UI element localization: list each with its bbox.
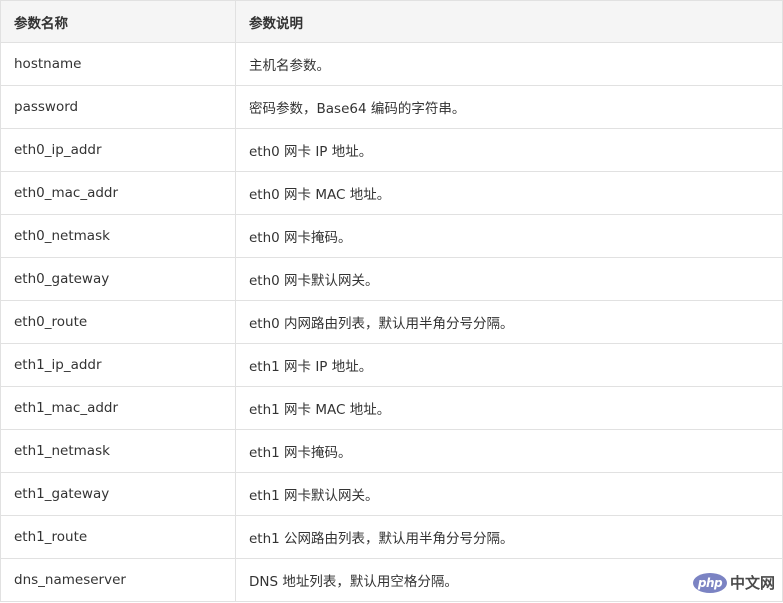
param-name-cell: eth0_netmask xyxy=(0,214,236,258)
param-name-cell: eth1_ip_addr xyxy=(0,343,236,387)
table-row: eth1_netmask eth1 网卡掩码。 xyxy=(0,429,783,473)
param-description-cell: eth1 网卡 MAC 地址。 xyxy=(235,386,783,430)
header-param-description: 参数说明 xyxy=(235,0,783,43)
param-name-cell: eth1_mac_addr xyxy=(0,386,236,430)
table-row: eth0_gateway eth0 网卡默认网关。 xyxy=(0,257,783,301)
param-name-cell: eth0_mac_addr xyxy=(0,171,236,215)
param-name-cell: eth1_gateway xyxy=(0,472,236,516)
param-name-cell: eth1_netmask xyxy=(0,429,236,473)
param-description-cell: eth1 网卡默认网关。 xyxy=(235,472,783,516)
table-row: eth1_route eth1 公网路由列表，默认用半角分号分隔。 xyxy=(0,515,783,559)
table-row: eth0_ip_addr eth0 网卡 IP 地址。 xyxy=(0,128,783,172)
param-name-cell: eth0_gateway xyxy=(0,257,236,301)
param-description-cell: eth1 网卡掩码。 xyxy=(235,429,783,473)
param-name-cell: dns_nameserver xyxy=(0,558,236,602)
param-description-cell: eth1 公网路由列表，默认用半角分号分隔。 xyxy=(235,515,783,559)
param-description-cell: 主机名参数。 xyxy=(235,42,783,86)
param-description-cell: eth0 网卡掩码。 xyxy=(235,214,783,258)
php-cn-watermark-logo: php 中文网 xyxy=(692,572,775,593)
table-row: eth1_mac_addr eth1 网卡 MAC 地址。 xyxy=(0,386,783,430)
table-header: 参数名称 参数说明 xyxy=(0,0,783,43)
param-name-cell: hostname xyxy=(0,42,236,86)
header-row: 参数名称 参数说明 xyxy=(0,0,783,43)
watermark-text: 中文网 xyxy=(729,574,775,592)
param-name-cell: eth0_ip_addr xyxy=(0,128,236,172)
header-param-name: 参数名称 xyxy=(0,0,236,43)
table-row: eth1_gateway eth1 网卡默认网关。 xyxy=(0,472,783,516)
php-badge-icon: php xyxy=(692,572,727,593)
table-row: hostname 主机名参数。 xyxy=(0,42,783,86)
table-row: eth0_netmask eth0 网卡掩码。 xyxy=(0,214,783,258)
table-row: password 密码参数，Base64 编码的字符串。 xyxy=(0,85,783,129)
param-description-cell: eth0 内网路由列表，默认用半角分号分隔。 xyxy=(235,300,783,344)
table-row: eth0_route eth0 内网路由列表，默认用半角分号分隔。 xyxy=(0,300,783,344)
param-description-cell: eth0 网卡默认网关。 xyxy=(235,257,783,301)
param-description-cell: eth0 网卡 IP 地址。 xyxy=(235,128,783,172)
param-name-cell: eth1_route xyxy=(0,515,236,559)
table-body: hostname 主机名参数。 password 密码参数，Base64 编码的… xyxy=(0,42,783,602)
table-row: eth1_ip_addr eth1 网卡 IP 地址。 xyxy=(0,343,783,387)
param-name-cell: eth0_route xyxy=(0,300,236,344)
table-row: dns_nameserver DNS 地址列表，默认用空格分隔。 xyxy=(0,558,783,602)
param-description-cell: eth0 网卡 MAC 地址。 xyxy=(235,171,783,215)
table-row: eth0_mac_addr eth0 网卡 MAC 地址。 xyxy=(0,171,783,215)
param-description-cell: eth1 网卡 IP 地址。 xyxy=(235,343,783,387)
parameter-table: 参数名称 参数说明 hostname 主机名参数。 password 密码参数，… xyxy=(0,0,783,602)
param-description-cell: 密码参数，Base64 编码的字符串。 xyxy=(235,85,783,129)
param-name-cell: password xyxy=(0,85,236,129)
